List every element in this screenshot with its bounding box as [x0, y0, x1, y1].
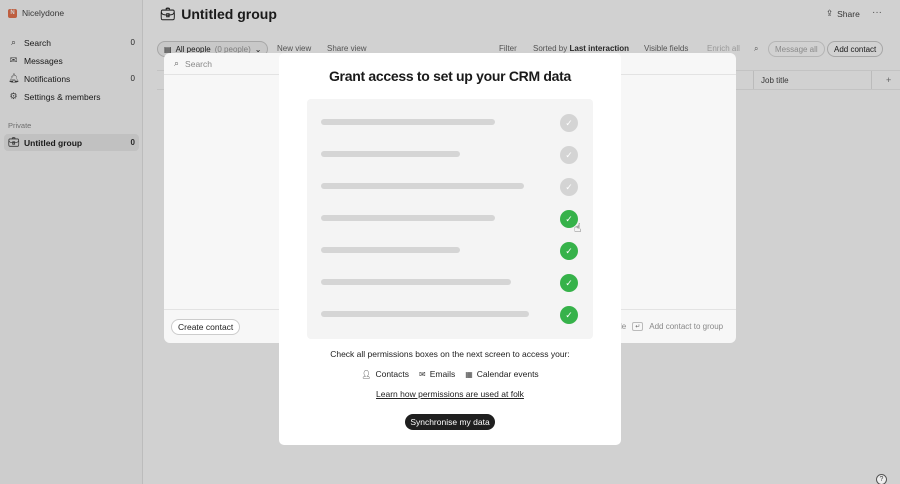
illustration-bar [321, 247, 460, 253]
footer-hints: le ↵ Add contact to group [620, 322, 723, 331]
permissions-instructions: Check all permissions boxes on the next … [330, 349, 570, 359]
permission-emails: ✉ Emails [419, 369, 455, 379]
illustration-bar [321, 183, 524, 189]
permission-contacts: 👤︎ Contacts [361, 369, 409, 379]
help-icon[interactable]: ? [876, 474, 887, 484]
search-icon: ⌕ [174, 58, 180, 68]
learn-permissions-link[interactable]: Learn how permissions are used at folk [279, 389, 621, 399]
enter-key-icon: ↵ [632, 322, 644, 331]
permission-label: Contacts [375, 369, 409, 379]
envelope-icon: ✉ [419, 369, 426, 379]
check-circle-icon: ✓ [560, 274, 578, 292]
illustration-bar [321, 311, 529, 317]
permission-label: Calendar events [476, 369, 539, 379]
check-circle-icon: ✓ [560, 242, 578, 260]
create-contact-button[interactable]: Create contact [171, 319, 241, 335]
check-circle-icon: ✓ [560, 146, 578, 164]
synchronise-data-button[interactable]: Synchronise my data [405, 414, 495, 430]
illustration-bar [321, 151, 460, 157]
add-contact-to-group-hint[interactable]: Add contact to group [649, 322, 723, 331]
permissions-illustration: ✓ ✓ ✓ ✓ ✓ ✓ ✓ ☝ [307, 99, 593, 339]
calendar-icon: ▦ [465, 369, 473, 379]
hand-pointer-icon: ☝ [574, 221, 582, 235]
illustration-bar [321, 279, 511, 285]
grant-access-modal: Grant access to set up your CRM data ✓ ✓… [279, 53, 621, 445]
illustration-bar [321, 119, 495, 125]
person-icon: 👤︎ [361, 369, 372, 379]
permission-label: Emails [429, 369, 456, 379]
illustration-bar [321, 215, 495, 221]
check-circle-icon: ✓ [560, 178, 578, 196]
permissions-list: 👤︎ Contacts ✉ Emails ▦ Calendar events [279, 369, 621, 379]
check-circle-icon: ✓ [560, 114, 578, 132]
permission-calendar: ▦ Calendar events [465, 369, 538, 379]
modal-title: Grant access to set up your CRM data [328, 68, 572, 84]
check-circle-icon: ✓ [560, 306, 578, 324]
search-input[interactable]: Search [185, 59, 212, 69]
